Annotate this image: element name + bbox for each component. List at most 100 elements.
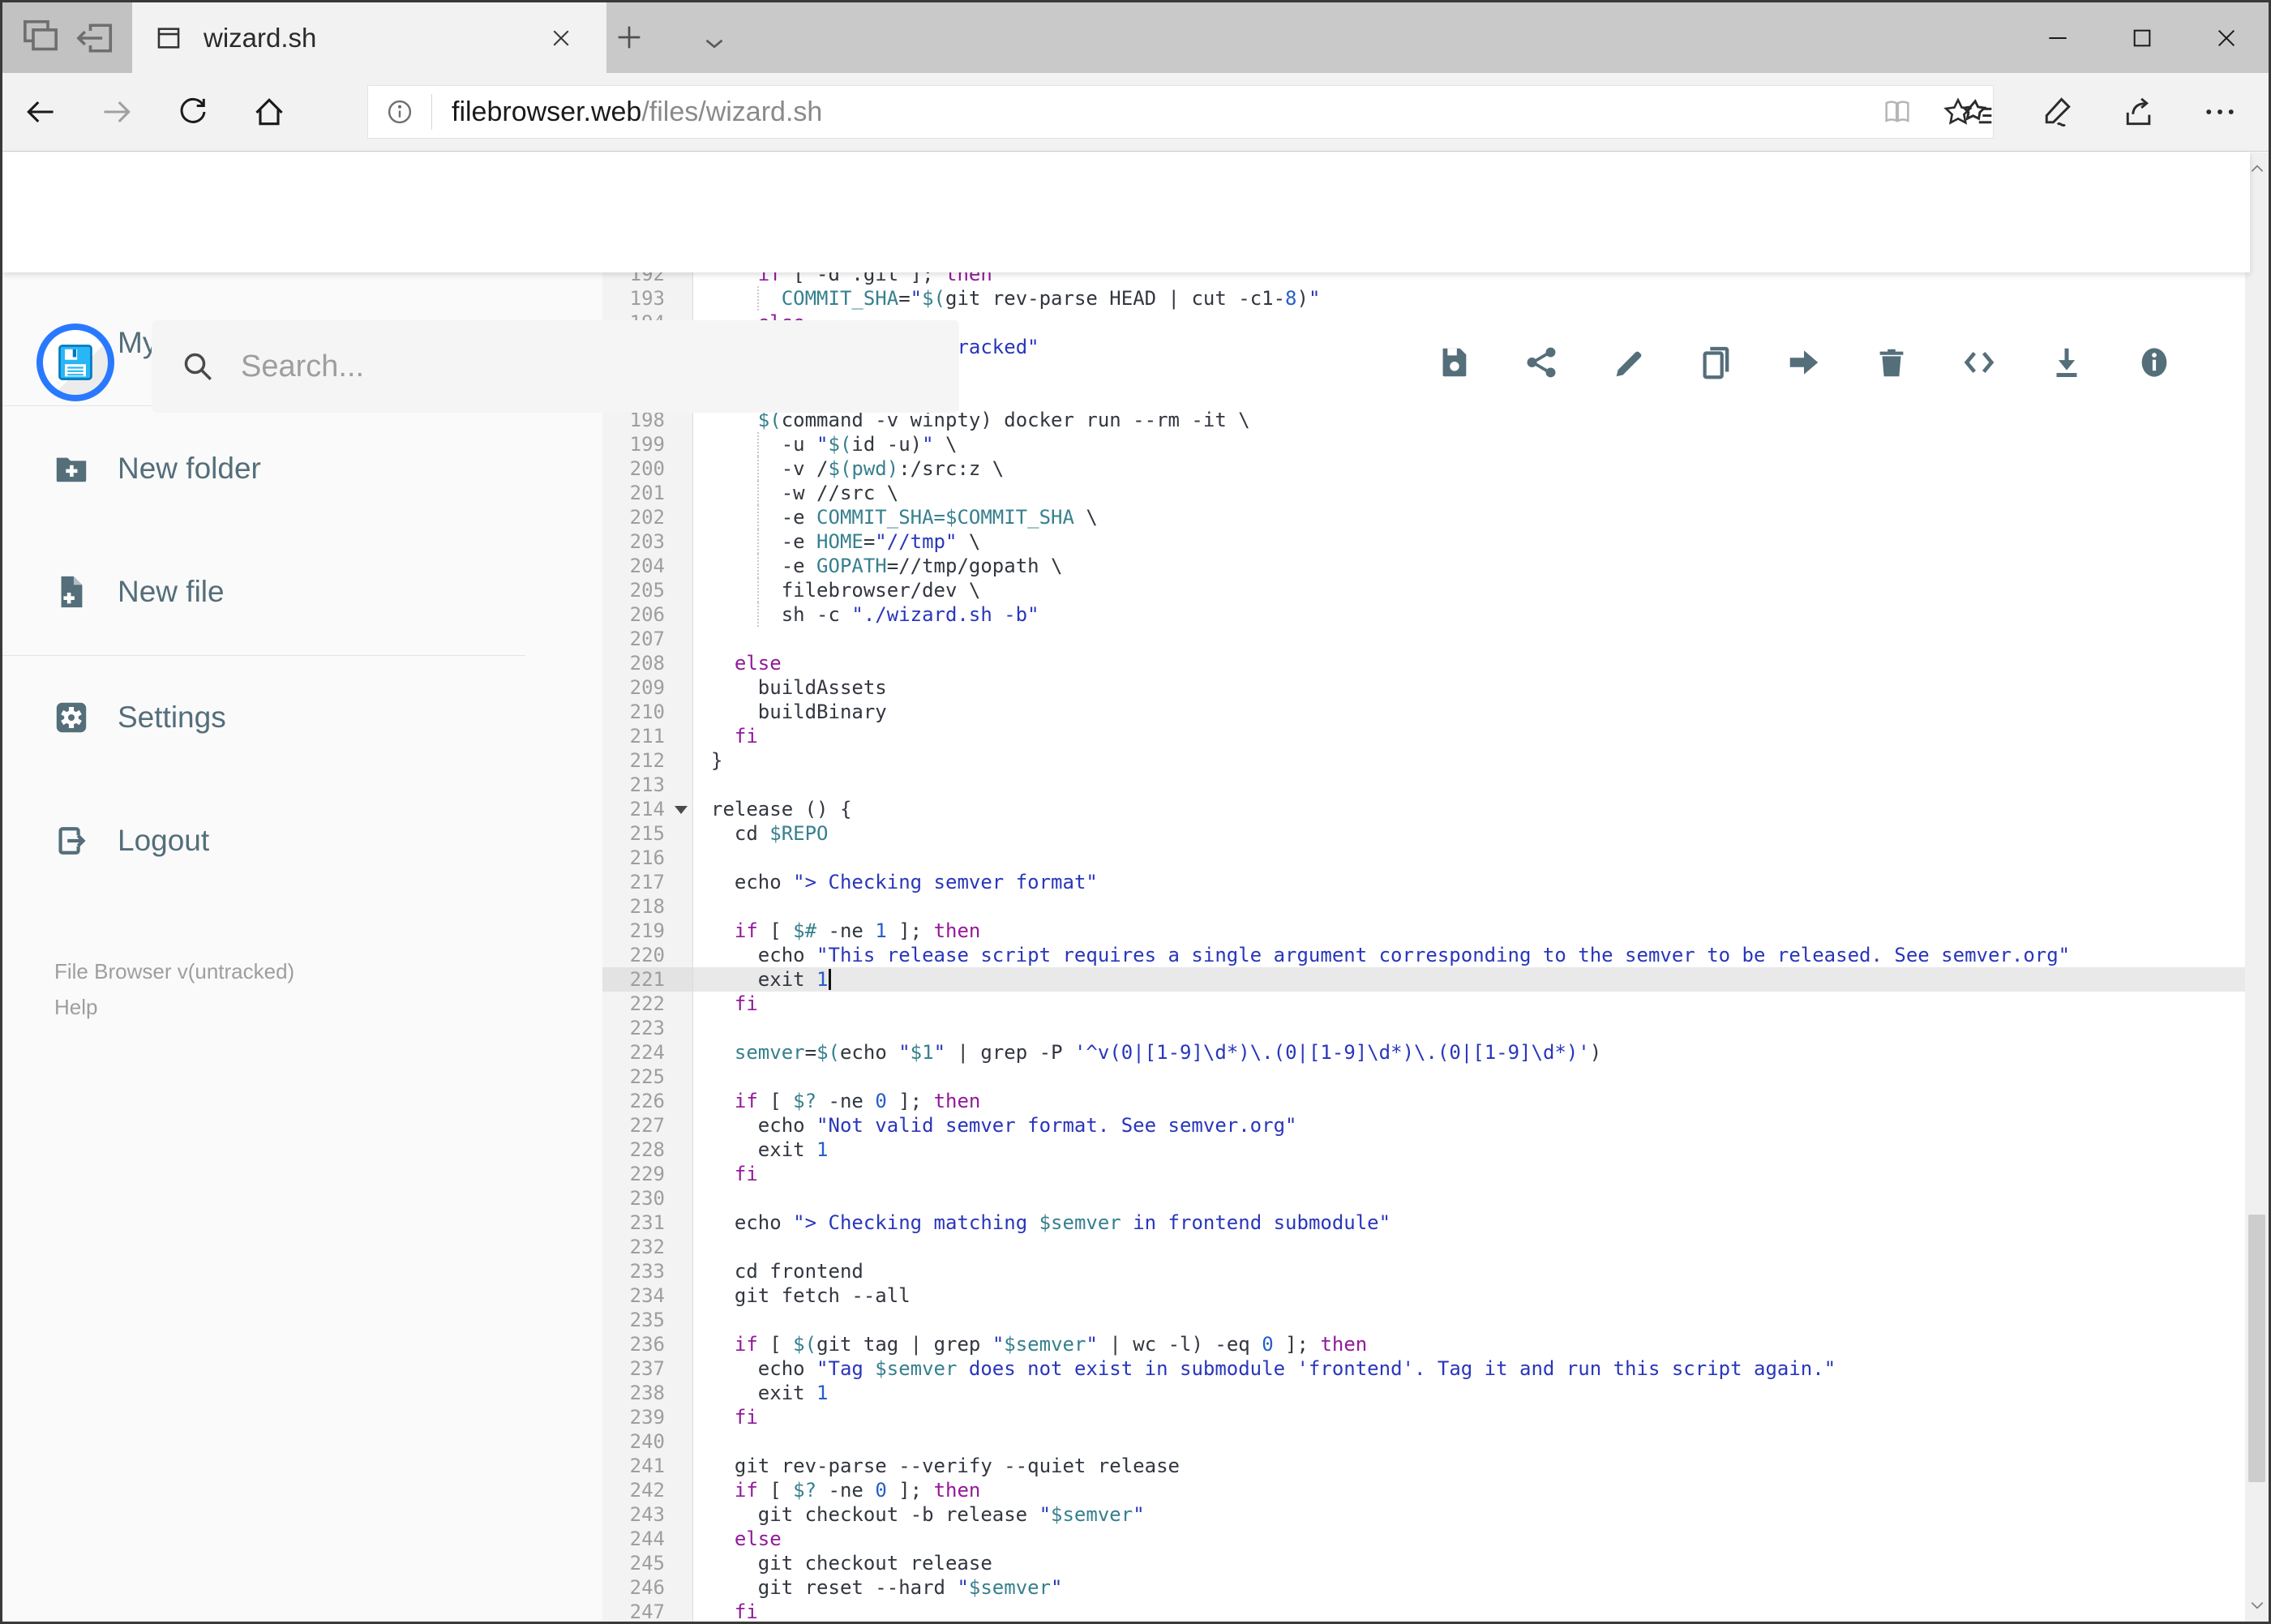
window-controls [2016, 2, 2269, 73]
code-line[interactable]: 208 else [602, 651, 2245, 675]
code-line[interactable]: 245 git checkout release [602, 1551, 2245, 1575]
code-line[interactable]: 238 exit 1 [602, 1381, 2245, 1405]
code-line[interactable]: 221 exit 1 [602, 967, 2245, 992]
code-line[interactable]: 193 COMMIT_SHA="$(git rev-parse HEAD | c… [602, 286, 2245, 311]
code-line[interactable]: 241 git rev-parse --verify --quiet relea… [602, 1454, 2245, 1478]
code-line[interactable]: 223 [602, 1016, 2245, 1040]
hub-button[interactable] [1936, 85, 2017, 139]
code-line[interactable]: 203 -e HOME="//tmp" \ [602, 529, 2245, 554]
forward-button[interactable] [79, 79, 155, 144]
move-button[interactable] [1785, 344, 1823, 381]
tab-preview-button[interactable] [18, 15, 63, 61]
code-line[interactable]: 229 fi [602, 1162, 2245, 1186]
page-scrollbar[interactable] [2245, 152, 2269, 1622]
sidebar-item-new-file[interactable]: New file [2, 547, 602, 636]
scrollbar-down-icon[interactable] [2245, 1589, 2269, 1622]
code-line[interactable]: 218 [602, 894, 2245, 919]
set-aside-tabs-button[interactable] [71, 15, 117, 61]
code-line[interactable]: 232 [602, 1235, 2245, 1259]
code-line[interactable]: 230 [602, 1186, 2245, 1211]
code-line[interactable]: 220 echo "This release script requires a… [602, 943, 2245, 967]
code-line[interactable]: 212} [602, 748, 2245, 773]
code-line[interactable]: 199 -u "$(id -u)" \ [602, 432, 2245, 456]
help-link[interactable]: Help [54, 989, 294, 1025]
info-button[interactable] [2136, 344, 2173, 381]
code-line[interactable]: 201 -w //src \ [602, 481, 2245, 505]
code-line[interactable]: 214 release () { [602, 797, 2245, 821]
code-editor[interactable]: 192 if [ -d .git ]; then 193 COMMIT_SHA="… [602, 272, 2245, 1622]
close-window-button[interactable] [2184, 2, 2269, 73]
sidebar-item-settings[interactable]: Settings [2, 673, 602, 762]
code-line[interactable]: 207 [602, 627, 2245, 651]
url-text[interactable]: filebrowser.web/files/wizard.sh [452, 96, 1881, 128]
code-line[interactable]: 216 [602, 846, 2245, 870]
filebrowser-logo[interactable] [36, 324, 114, 401]
code-text: git rev-parse --verify --quiet release [711, 1455, 1180, 1477]
fold-marker-icon[interactable] [675, 806, 688, 814]
code-line[interactable]: 200 -v /$(pwd):/src:z \ [602, 456, 2245, 481]
code-text: echo "> Checking semver format" [711, 871, 1098, 893]
refresh-button[interactable] [155, 79, 231, 144]
code-line[interactable]: 213 [602, 773, 2245, 797]
reading-view-icon[interactable] [1881, 96, 1913, 128]
code-line[interactable]: 243 git checkout -b release "$semver" [602, 1502, 2245, 1527]
code-line[interactable]: 210 buildBinary [602, 700, 2245, 724]
code-line[interactable]: 204 -e GOPATH=//tmp/gopath \ [602, 554, 2245, 578]
ink-note-button[interactable] [2017, 85, 2098, 139]
address-bar[interactable]: filebrowser.web/files/wizard.sh [367, 85, 1994, 139]
site-info-icon[interactable] [368, 97, 431, 126]
code-line[interactable]: 226 if [ $? -ne 0 ]; then [602, 1089, 2245, 1113]
delete-button[interactable] [1873, 344, 1910, 381]
sidebar-item-new-folder[interactable]: New folder [2, 424, 602, 513]
code-line[interactable]: 237 echo "Tag $semver does not exist in … [602, 1356, 2245, 1381]
copy-button[interactable] [1698, 344, 1735, 381]
more-menu-button[interactable] [2179, 85, 2260, 139]
code-line[interactable]: 228 exit 1 [602, 1138, 2245, 1162]
scrollbar-thumb[interactable] [2248, 1215, 2265, 1482]
code-line[interactable]: 206 sh -c "./wizard.sh -b" [602, 602, 2245, 627]
code-line[interactable]: 202 -e COMMIT_SHA=$COMMIT_SHA \ [602, 505, 2245, 529]
tab-list-chevron-icon[interactable] [692, 20, 737, 66]
code-line[interactable]: 205 filebrowser/dev \ [602, 578, 2245, 602]
code-line[interactable]: 227 echo "Not valid semver format. See s… [602, 1113, 2245, 1138]
code-line[interactable]: 244 else [602, 1527, 2245, 1551]
back-button[interactable] [2, 79, 79, 144]
code-line[interactable]: 217 echo "> Checking semver format" [602, 870, 2245, 894]
line-number: 236 [602, 1332, 693, 1356]
tab-close-button[interactable] [538, 15, 584, 61]
share-file-button[interactable] [1523, 344, 1560, 381]
share-button[interactable] [2098, 85, 2179, 139]
download-button[interactable] [2048, 344, 2085, 381]
code-line[interactable]: 235 [602, 1308, 2245, 1332]
code-line[interactable]: 192 if [ -d .git ]; then [602, 272, 2245, 286]
code-line[interactable]: 233 cd frontend [602, 1259, 2245, 1283]
code-line[interactable]: 224 semver=$(echo "$1" | grep -P '^v(0|[… [602, 1040, 2245, 1065]
code-line[interactable]: 240 [602, 1429, 2245, 1454]
home-button[interactable] [231, 79, 307, 144]
code-line[interactable]: 246 git reset --hard "$semver" [602, 1575, 2245, 1600]
browser-tab[interactable]: wizard.sh [132, 2, 606, 73]
code-line[interactable]: 242 if [ $? -ne 0 ]; then [602, 1478, 2245, 1502]
code-line[interactable]: 211 fi [602, 724, 2245, 748]
new-tab-button[interactable] [606, 15, 652, 60]
code-line[interactable]: 234 git fetch --all [602, 1283, 2245, 1308]
code-line[interactable]: 239 fi [602, 1405, 2245, 1429]
code-line[interactable]: 219 if [ $# -ne 1 ]; then [602, 919, 2245, 943]
code-line[interactable]: 222 fi [602, 992, 2245, 1016]
sidebar-item-logout[interactable]: Logout [2, 796, 602, 885]
minimize-button[interactable] [2016, 2, 2100, 73]
line-number: 203 [602, 529, 693, 554]
code-line[interactable]: 215 cd $REPO [602, 821, 2245, 846]
maximize-button[interactable] [2100, 2, 2184, 73]
save-button[interactable] [1435, 344, 1472, 381]
code-view-button[interactable] [1960, 344, 1998, 381]
code-line[interactable]: 247 fi [602, 1600, 2245, 1622]
code-line[interactable]: 209 buildAssets [602, 675, 2245, 700]
code-line[interactable]: 236 if [ $(git tag | grep "$semver" | wc… [602, 1332, 2245, 1356]
code-line[interactable]: 225 [602, 1065, 2245, 1089]
code-line[interactable]: 231 echo "> Checking matching $semver in… [602, 1211, 2245, 1235]
search-input[interactable]: Search... [152, 320, 959, 413]
line-number: 230 [602, 1186, 693, 1211]
edit-button[interactable] [1610, 344, 1648, 381]
